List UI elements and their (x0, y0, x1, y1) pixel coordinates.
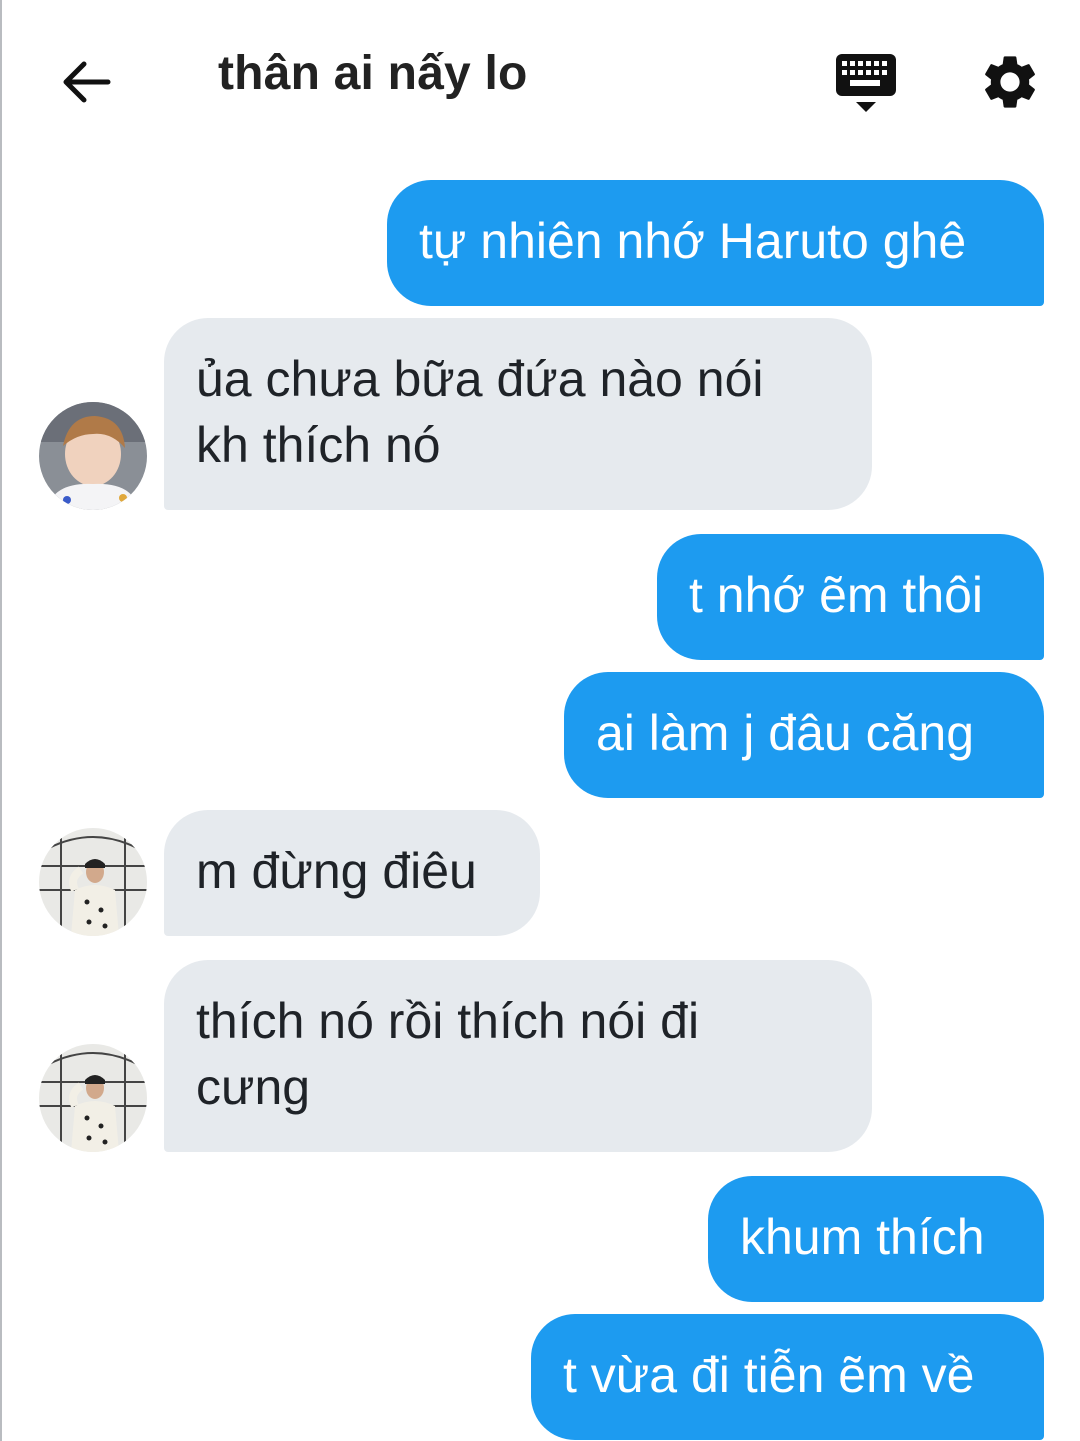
message-text: t nhớ ẽm thôi (689, 567, 984, 623)
message-outgoing[interactable]: tự nhiên nhớ Haruto ghê (387, 180, 1044, 306)
settings-button[interactable] (978, 50, 1042, 114)
message-incoming[interactable]: m đừng điêu (164, 810, 540, 936)
message-text: cưng (196, 1059, 311, 1115)
avatar-photo (39, 1044, 147, 1152)
message-text: m đừng điêu (196, 843, 477, 899)
message-text: thích nó rồi thích nói đi (196, 993, 700, 1049)
gear-icon (985, 56, 1035, 108)
message-outgoing[interactable]: t vừa đi tiễn ẽm về (531, 1314, 1044, 1440)
message-outgoing[interactable]: khum thích (708, 1176, 1044, 1302)
message-text: ai làm j đâu căng (596, 705, 975, 761)
avatar-photo (39, 402, 147, 510)
back-button[interactable] (54, 50, 118, 114)
keyboard-button[interactable] (832, 52, 902, 114)
message-text: t vừa đi tiễn ẽm về (563, 1347, 975, 1403)
keyboard-icon (836, 54, 896, 112)
message-outgoing[interactable]: ai làm j đâu căng (564, 672, 1044, 798)
conversation-title: thân ai nấy lo (218, 47, 528, 100)
conversation-header: thân ai nấy lo (2, 0, 1080, 160)
message-outgoing[interactable]: t nhớ ẽm thôi (657, 534, 1044, 660)
message-text: tự nhiên nhớ Haruto ghê (419, 213, 967, 269)
message-incoming[interactable]: ủa chưa bữa đứa nào nói kh thích nó (164, 318, 872, 510)
avatar[interactable] (39, 1044, 147, 1152)
message-text: khum thích (740, 1209, 985, 1265)
arrow-left-icon (63, 61, 111, 103)
message-incoming[interactable]: thích nó rồi thích nói đi cưng (164, 960, 872, 1152)
avatar[interactable] (39, 828, 147, 936)
message-text: kh thích nó (196, 417, 441, 473)
message-text: ủa chưa bữa đứa nào nói (196, 351, 764, 407)
avatar[interactable] (39, 402, 147, 510)
avatar-photo (39, 828, 147, 936)
